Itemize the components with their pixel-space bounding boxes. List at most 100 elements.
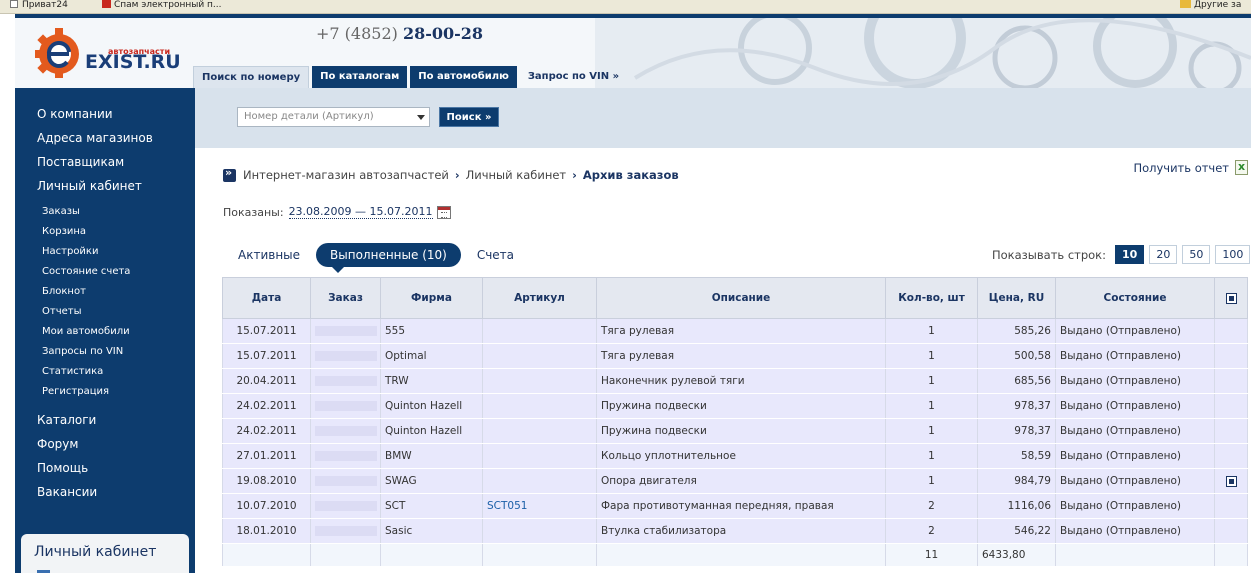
date-range: Показаны: 23.08.2009 — 15.07.2011 [223, 205, 451, 219]
cell-article[interactable] [482, 393, 597, 419]
blurred-order-number [315, 501, 377, 511]
col-status[interactable]: Состояние [1055, 277, 1215, 319]
get-report-link[interactable]: Получить отчет [1133, 160, 1248, 175]
cell-date: 10.07.2010 [222, 493, 311, 519]
table-row[interactable]: 20.04.2011 TRW Наконечник рулевой тяги 1… [222, 368, 1248, 394]
table-row[interactable]: 27.01.2011 BMW Кольцо уплотнительное 1 5… [222, 443, 1248, 469]
sidebar-subitem-settings[interactable]: Настройки [42, 246, 98, 257]
calendar-icon[interactable] [436, 205, 451, 219]
col-price[interactable]: Цена, RU [977, 277, 1056, 319]
cell-price: 978,37 [977, 393, 1056, 419]
table-row[interactable]: 18.01.2010 Sasic Втулка стабилизатора 2 … [222, 518, 1248, 544]
sidebar-item-stores[interactable]: Адреса магазинов [37, 131, 153, 145]
tab-vin-request[interactable]: Запрос по VIN » [520, 66, 627, 88]
table-row[interactable]: 24.02.2011 Quinton Hazell Пружина подвес… [222, 393, 1248, 419]
sidebar-subitem-cart[interactable]: Корзина [42, 226, 86, 237]
sidebar-subitem-orders[interactable]: Заказы [42, 206, 80, 217]
tab-by-car[interactable]: По автомобилю [410, 66, 517, 88]
table-row[interactable]: 15.07.2011 Optimal Тяга рулевая 1 500,58… [222, 343, 1248, 369]
cell-empty [310, 543, 381, 567]
col-firm[interactable]: Фирма [380, 277, 483, 319]
cell-firm: BMW [380, 443, 483, 469]
sidebar-item-about[interactable]: О компании [37, 107, 113, 121]
tab-completed[interactable]: Выполненные (10) [316, 243, 461, 273]
cell-action [1214, 518, 1248, 544]
sidebar-subitem-reports[interactable]: Отчеты [42, 306, 81, 317]
sidebar-item-suppliers[interactable]: Поставщикам [37, 155, 124, 169]
cell-quantity: 1 [885, 368, 978, 394]
cell-date: 24.02.2011 [222, 393, 311, 419]
cell-order-hidden [310, 368, 381, 394]
sidebar-subitem-registration[interactable]: Регистрация [42, 386, 109, 397]
sidebar-item-catalogs[interactable]: Каталоги [37, 413, 96, 427]
bookmark-other[interactable]: Другие за [1180, 0, 1241, 10]
col-date[interactable]: Дата [222, 277, 311, 319]
sidebar-subitem-statistics[interactable]: Статистика [42, 366, 103, 377]
cell-article[interactable] [482, 468, 597, 494]
cell-date: 18.01.2010 [222, 518, 311, 544]
cell-article[interactable]: SCT051 [482, 493, 597, 519]
tab-active[interactable]: Активные [238, 248, 300, 262]
rows-option-100[interactable]: 100 [1215, 245, 1251, 264]
search-button[interactable]: Поиск » [439, 107, 499, 127]
breadcrumb-cabinet[interactable]: Личный кабинет [466, 168, 567, 182]
tab-invoices[interactable]: Счета [477, 248, 514, 262]
sidebar-item-forum[interactable]: Форум [37, 437, 78, 451]
sidebar-item-help[interactable]: Помощь [37, 461, 88, 475]
table-header-row: Дата Заказ Фирма Артикул Описание Кол-во… [222, 277, 1248, 319]
cell-article[interactable] [482, 418, 597, 444]
cell-firm: Optimal [380, 343, 483, 369]
excel-icon [1235, 160, 1248, 175]
logo-gear-icon [35, 28, 79, 78]
total-quantity: 11 [885, 543, 978, 567]
breadcrumb-shop[interactable]: Интернет-магазин автозапчастей [243, 168, 449, 182]
sidebar-item-cabinet[interactable]: Личный кабинет [37, 179, 142, 193]
breadcrumb-current: Архив заказов [582, 168, 679, 182]
col-quantity[interactable]: Кол-во, шт [885, 277, 978, 319]
search-bar: Номер детали (Артикул) Поиск » [195, 88, 1251, 148]
sidebar-subitem-vin-requests[interactable]: Запросы по VIN [42, 346, 123, 357]
cell-article[interactable] [482, 343, 597, 369]
folder-icon [1180, 0, 1191, 8]
col-article[interactable]: Артикул [482, 277, 597, 319]
rows-option-10[interactable]: 10 [1115, 245, 1145, 264]
bookmark-privat24[interactable]: Приват24 [10, 0, 68, 10]
columns-settings-icon[interactable] [1225, 292, 1237, 304]
col-order[interactable]: Заказ [310, 277, 381, 319]
totals-row: 11 6433,80 [222, 543, 1248, 567]
sidebar-subitem-account-state[interactable]: Состояние счета [42, 266, 130, 277]
cell-article[interactable] [482, 518, 597, 544]
exist-logo[interactable]: автозапчасти EXIST.RU [33, 24, 203, 80]
col-description[interactable]: Описание [596, 277, 886, 319]
cell-action [1214, 318, 1248, 344]
dropdown-arrow-icon[interactable] [417, 115, 425, 120]
tab-by-catalogs[interactable]: По каталогам [312, 66, 408, 88]
table-row[interactable]: 24.02.2011 Quinton Hazell Пружина подвес… [222, 418, 1248, 444]
tab-search-by-number[interactable]: Поиск по номеру [193, 66, 310, 88]
logo-text: EXIST.RU [85, 51, 181, 73]
rows-option-50[interactable]: 50 [1182, 245, 1211, 264]
cell-date: 19.08.2010 [222, 468, 311, 494]
sidebar-subitem-my-cars[interactable]: Мои автомобили [42, 326, 130, 337]
cell-quantity: 1 [885, 443, 978, 469]
rows-option-20[interactable]: 20 [1149, 245, 1178, 264]
col-settings[interactable] [1214, 277, 1248, 319]
table-row[interactable]: 15.07.2011 555 Тяга рулевая 1 585,26 Выд… [222, 318, 1248, 344]
row-action-icon[interactable] [1225, 475, 1237, 487]
sidebar-item-vacancies[interactable]: Вакансии [37, 485, 97, 499]
date-range-link[interactable]: 23.08.2009 — 15.07.2011 [288, 205, 433, 219]
part-number-input[interactable]: Номер детали (Артикул) [237, 107, 430, 127]
cell-firm: Quinton Hazell [380, 393, 483, 419]
cell-action [1214, 343, 1248, 369]
cell-article[interactable] [482, 443, 597, 469]
bookmark-spam[interactable]: Спам электронный п... [102, 0, 222, 10]
cell-quantity: 1 [885, 318, 978, 344]
cell-action[interactable] [1214, 468, 1248, 494]
cell-order-hidden [310, 468, 381, 494]
cell-article[interactable] [482, 368, 597, 394]
table-row[interactable]: 10.07.2010 SCT SCT051 Фара противотуманн… [222, 493, 1248, 519]
cell-article[interactable] [482, 318, 597, 344]
sidebar-subitem-notepad[interactable]: Блокнот [42, 286, 86, 297]
table-row[interactable]: 19.08.2010 SWAG Опора двигателя 1 984,79… [222, 468, 1248, 494]
cell-firm: SWAG [380, 468, 483, 494]
